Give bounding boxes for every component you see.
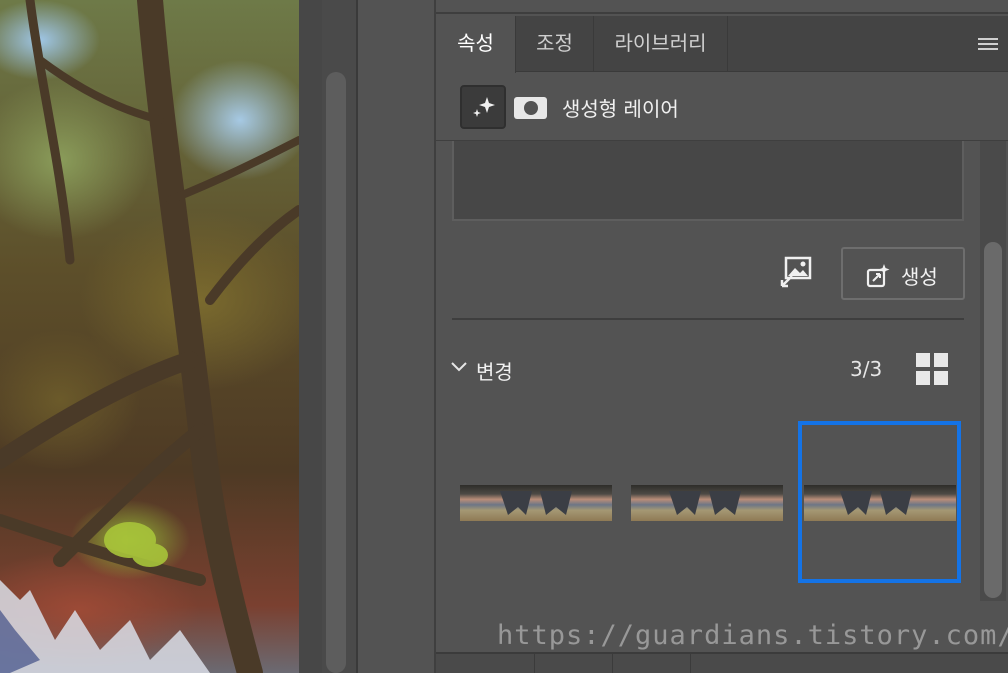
section-divider	[452, 318, 964, 320]
variation-thumbnail-3[interactable]	[804, 485, 956, 521]
grid-view-icon[interactable]	[916, 353, 948, 385]
panel-tab-bar: 속성 조정 라이브러리	[436, 16, 1008, 73]
canvas-scrollbar-thumb[interactable]	[326, 72, 346, 673]
generate-button-label: 생성	[901, 265, 938, 289]
layer-header: 생성형 레이어	[436, 73, 1008, 141]
panel-top-strip	[436, 0, 1008, 14]
variations-header: 변경 3/3	[436, 348, 976, 388]
hamburger-menu-icon[interactable]	[978, 38, 998, 52]
panel-divider	[356, 0, 434, 673]
generate-sparkle-icon	[866, 264, 890, 288]
generate-button[interactable]: 생성	[841, 247, 965, 300]
chevron-down-icon[interactable]	[450, 360, 468, 374]
properties-panel: 속성 조정 라이브러리 생성형 레이어 생성 변경 3/3	[434, 0, 1008, 673]
variation-thumbnail-1[interactable]	[460, 485, 612, 521]
canvas-gutter	[299, 0, 322, 673]
variations-count: 3/3	[850, 357, 883, 381]
variations-title: 변경	[476, 360, 513, 384]
tab-libraries[interactable]: 라이브러리	[594, 16, 728, 72]
variation-thumbnail-2[interactable]	[631, 485, 783, 521]
panel-scrollbar-thumb[interactable]	[984, 242, 1002, 598]
generative-sparkle-icon[interactable]	[460, 85, 506, 129]
tab-properties[interactable]: 속성	[436, 16, 516, 73]
layer-title: 생성형 레이어	[562, 97, 679, 121]
prompt-input[interactable]	[452, 141, 964, 221]
reference-image-icon[interactable]	[778, 254, 814, 290]
watermark-text: https://guardians.tistory.com/	[497, 620, 1008, 651]
tab-adjustments[interactable]: 조정	[516, 16, 594, 72]
canvas-photo[interactable]	[0, 0, 299, 673]
layer-mask-icon	[514, 97, 547, 119]
panel-bottom-bar	[436, 652, 1008, 673]
